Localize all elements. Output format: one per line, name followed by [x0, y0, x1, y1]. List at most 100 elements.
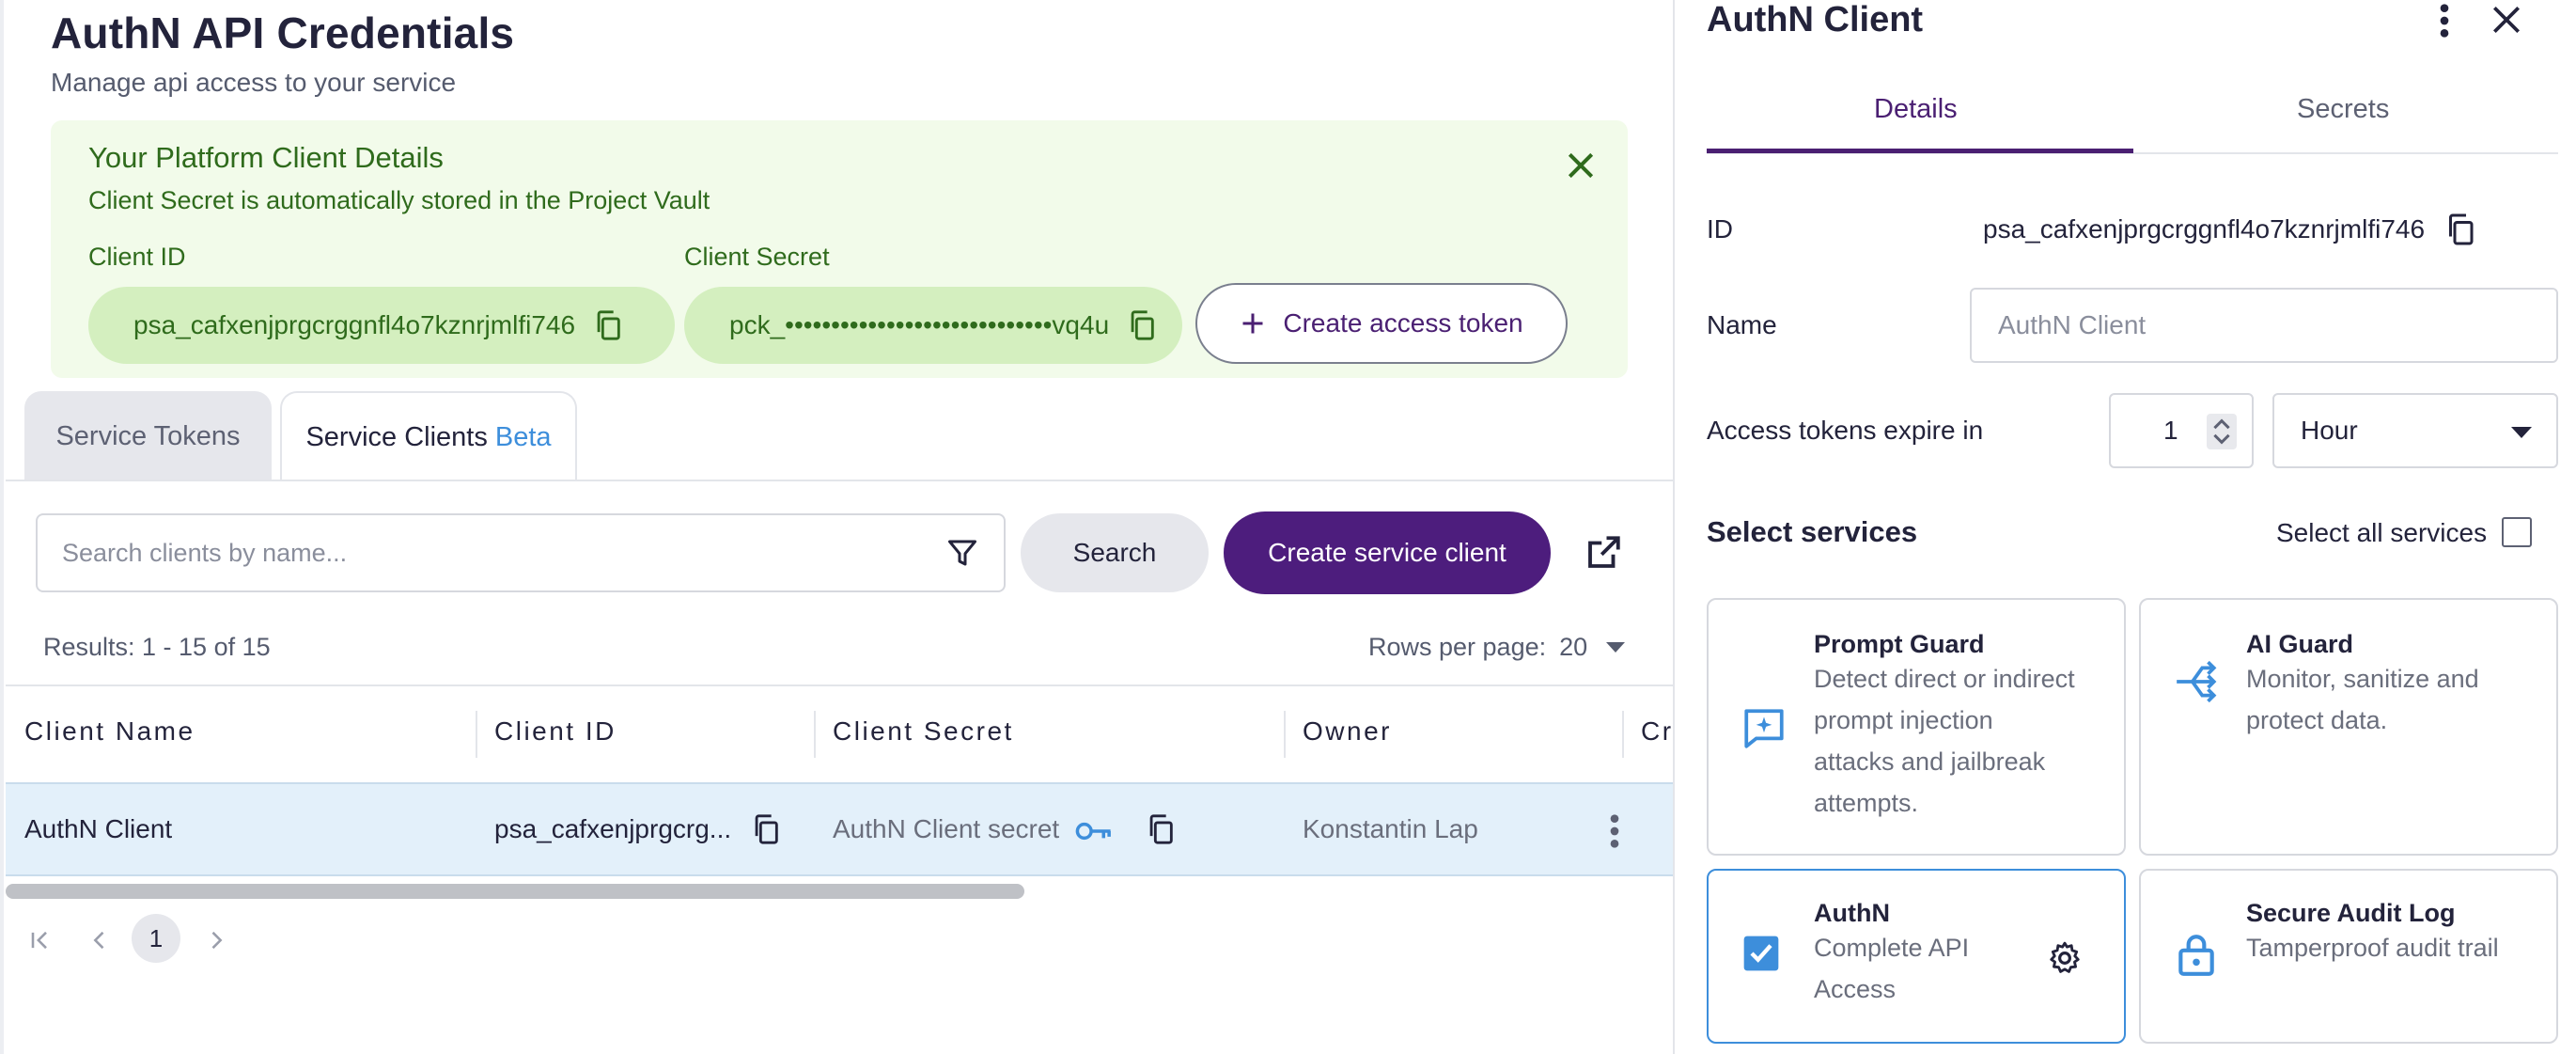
name-field[interactable]: AuthN Client [1970, 288, 2558, 363]
close-icon[interactable] [1562, 147, 1600, 184]
copy-icon[interactable] [1145, 811, 1177, 847]
rows-per-page-label: Rows per page: [1368, 633, 1547, 661]
column-separator [1284, 711, 1286, 758]
horizontal-scrollbar[interactable] [6, 884, 1024, 899]
tab-service-tokens-label: Service Tokens [55, 420, 241, 451]
chevron-down-icon [1606, 642, 1626, 653]
column-header-created[interactable]: Cr [1641, 716, 1673, 747]
search-placeholder: Search clients by name... [62, 538, 348, 567]
rows-per-page[interactable]: Rows per page: 20 [1368, 633, 1626, 662]
expire-stepper[interactable]: 1 [2109, 393, 2254, 468]
expire-label: Access tokens expire in [1707, 416, 1984, 445]
key-icon[interactable] [1073, 814, 1115, 848]
panel-title: AuthN Client [1707, 0, 1924, 39]
lock-icon [2178, 935, 2214, 976]
client-id-label: Client ID [88, 243, 186, 271]
expire-value: 1 [2163, 416, 2178, 445]
rows-per-page-value: 20 [1559, 633, 1588, 661]
checkbox-checked-icon[interactable] [1742, 935, 1780, 972]
select-all-checkbox[interactable] [2502, 517, 2532, 547]
page-title: AuthN API Credentials [51, 8, 515, 57]
column-header-owner[interactable]: Owner [1303, 716, 1392, 747]
tab-details[interactable]: Details [1874, 94, 1958, 125]
column-separator [1622, 711, 1624, 758]
tab-divider [6, 480, 1673, 481]
service-desc-line: Monitor, sanitize and [2246, 665, 2479, 693]
row-client-name: AuthN Client [24, 814, 173, 843]
close-icon[interactable] [2489, 2, 2524, 38]
name-placeholder: AuthN Client [1998, 310, 2147, 339]
id-value: psa_cafxenjprgcrggnfl4o7kznrjmlfi746 [1983, 214, 2426, 244]
banner-title: Your Platform Client Details [88, 141, 444, 174]
service-title: AuthN [1814, 899, 1890, 927]
service-card-prompt-guard[interactable]: Prompt Guard Detect direct or indirect p… [1707, 598, 2126, 856]
row-client-secret: AuthN Client secret [833, 814, 1060, 843]
service-desc-line: Tamperproof audit trail [2246, 934, 2499, 962]
service-desc-line: attempts. [1814, 789, 1919, 817]
service-card-authn[interactable]: AuthN Complete API Access [1707, 869, 2126, 1044]
service-desc-line: attacks and jailbreak [1814, 747, 2046, 776]
client-secret-value: pck_•••••••••••••••••••••••••••••vq4u [729, 310, 1110, 339]
service-desc-line: protect data. [2246, 706, 2388, 734]
copy-icon[interactable] [2443, 211, 2477, 248]
tab-secrets[interactable]: Secrets [2297, 94, 2389, 125]
column-header-client-secret[interactable]: Client Secret [833, 716, 1014, 747]
services-title: Select services [1707, 515, 1918, 548]
next-page-icon[interactable] [203, 927, 229, 953]
copy-icon[interactable] [592, 307, 624, 343]
platform-client-banner: Your Platform Client Details Client Secr… [51, 120, 1628, 378]
column-header-client-name[interactable]: Client Name [24, 716, 195, 747]
service-card-secure-audit-log[interactable]: Secure Audit Log Tamperproof audit trail [2139, 869, 2558, 1044]
id-label: ID [1707, 214, 1733, 244]
search-button[interactable]: Search [1021, 513, 1209, 592]
search-input[interactable]: Search clients by name... [36, 513, 1006, 592]
ai-guard-icon [2177, 660, 2217, 703]
table-top-border [6, 684, 1673, 686]
page-subtitle: Manage api access to your service [51, 68, 457, 97]
service-card-ai-guard[interactable]: AI Guard Monitor, sanitize and protect d… [2139, 598, 2558, 856]
credentials-page: AuthN API Credentials Manage api access … [0, 0, 1673, 1054]
pagination-current-page[interactable]: 1 [132, 914, 180, 963]
client-id-value: psa_cafxenjprgcrggnfl4o7kznrjmlfi746 [133, 310, 576, 339]
chevron-down-icon [2511, 427, 2532, 438]
prompt-guard-icon [1744, 709, 1784, 748]
results-count: Results: 1 - 15 of 15 [43, 633, 271, 661]
copy-icon[interactable] [1126, 307, 1158, 343]
filter-icon[interactable] [945, 536, 979, 570]
column-header-client-id[interactable]: Client ID [494, 716, 617, 747]
service-title: Secure Audit Log [2246, 899, 2456, 927]
create-access-token-label: Create access token [1283, 308, 1523, 338]
expire-unit-select[interactable]: Hour [2272, 393, 2558, 468]
expire-unit-value: Hour [2301, 416, 2358, 445]
active-tab-indicator [1707, 149, 2133, 153]
create-access-token-button[interactable]: Create access token [1195, 283, 1568, 364]
column-separator [814, 711, 816, 758]
tab-service-tokens[interactable]: Service Tokens [24, 391, 272, 481]
client-secret-label: Client Secret [684, 243, 830, 271]
select-all-label: Select all services [2276, 518, 2488, 547]
row-owner: Konstantin Lap [1303, 814, 1478, 843]
banner-subtitle: Client Secret is automatically stored in… [88, 186, 710, 214]
first-page-icon[interactable] [26, 927, 53, 953]
service-title: Prompt Guard [1814, 630, 1985, 658]
more-vertical-icon[interactable] [2430, 2, 2459, 39]
create-service-client-button[interactable]: Create service client [1224, 511, 1551, 594]
previous-page-icon[interactable] [86, 927, 113, 953]
beta-badge: Beta [494, 421, 552, 452]
client-details-panel: AuthN Client Details Secrets ID psa_cafx… [1673, 0, 2576, 1054]
service-desc-line: Complete API [1814, 934, 1970, 962]
plus-icon [1242, 313, 1263, 334]
copy-icon[interactable] [750, 811, 782, 847]
row-client-id: psa_cafxenjprgcrg... [494, 814, 732, 843]
left-divider [0, 0, 6, 1054]
tab-service-clients[interactable]: Service Clients Beta [280, 391, 577, 481]
service-desc-line: Detect direct or indirect [1814, 665, 2075, 693]
service-desc-line: Access [1814, 975, 1897, 1003]
name-label: Name [1707, 310, 1777, 339]
more-vertical-icon[interactable] [1603, 812, 1626, 850]
column-separator [476, 711, 477, 758]
open-external-icon[interactable] [1584, 533, 1623, 573]
gear-icon[interactable] [2047, 940, 2083, 976]
service-desc-line: prompt injection [1814, 706, 1993, 734]
stepper-arrows-icon[interactable] [2207, 414, 2237, 449]
